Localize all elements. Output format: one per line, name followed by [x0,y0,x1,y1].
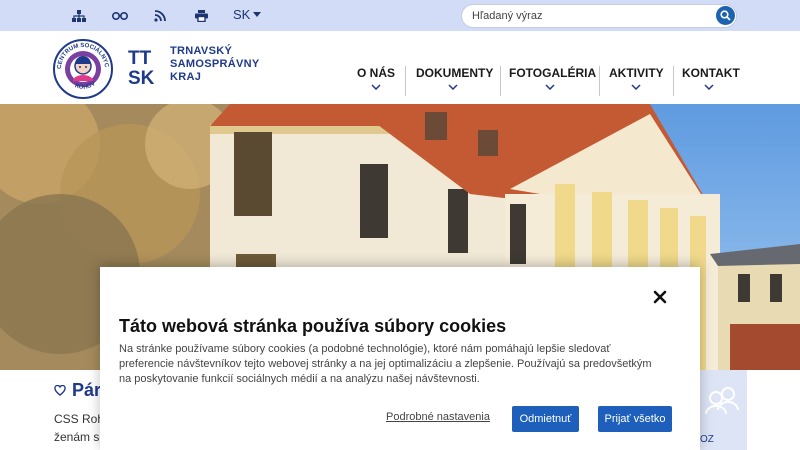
language-label: SK [233,7,251,22]
glasses-icon[interactable] [110,6,130,26]
search-box [461,4,737,28]
ttsk-logo[interactable]: TT SK [128,47,164,89]
svg-text:TT: TT [128,48,152,69]
nav-divider [599,66,600,96]
ttsk-line: KRAJ [170,71,202,83]
search-icon [720,10,731,21]
ttsk-name: TRNAVSKÝ SAMOSPRÁVNY KRAJ [170,45,259,84]
reject-button[interactable]: Odmietnuť [512,406,579,432]
ttsk-line: SAMOSPRÁVNY [170,58,260,70]
chevron-down-icon [545,84,555,90]
sitemap-icon[interactable] [69,6,89,26]
chevron-down-icon [704,84,714,90]
css-rohov-logo[interactable]: CENTRUM SOCIÁLNYCH SLUŽIEB ROHOV [51,33,113,99]
chevron-down-icon [631,84,641,90]
search-input[interactable] [472,8,710,24]
section-title: Pár [54,380,101,401]
nav-divider [673,66,674,96]
chevron-down-icon [448,84,458,90]
close-button[interactable] [651,288,669,306]
heart-icon [54,385,66,396]
chevron-down-icon [371,84,381,90]
nav-label: FOTOGALÉRIA [509,66,597,80]
search-button[interactable] [716,6,735,25]
nav-aktivity[interactable]: AKTIVITY [609,66,664,90]
cookie-description: Na stránke používame súbory cookies (a p… [119,343,652,385]
svg-text:SK: SK [128,68,155,87]
ttsk-line: TRNAVSKÝ [170,45,233,57]
side-card-label: OZ [700,434,714,445]
cookie-title: Táto webová stránka používa súbory cooki… [119,316,507,336]
nav-label: O NÁS [356,66,395,80]
nav-o-nas[interactable]: O NÁS [355,66,397,90]
accept-all-button[interactable]: Prijať všetko [598,406,672,432]
detailed-settings-link[interactable]: Podrobné nastavenia [386,411,490,423]
rss-icon[interactable] [150,6,170,26]
section-title-text: Pár [72,380,102,400]
people-icon [705,387,739,415]
close-icon [653,290,667,304]
language-selector[interactable]: SK [233,7,262,22]
nav-label: AKTIVITY [609,66,664,80]
nav-label: KONTAKT [682,66,740,80]
nav-divider [500,66,501,96]
nav-divider [405,66,406,96]
nav-fotogaleria[interactable]: FOTOGALÉRIA [509,66,596,90]
nav-kontakt[interactable]: KONTAKT [682,66,740,90]
caret-down-icon [253,12,262,17]
site-header [0,31,800,104]
nav-label: DOKUMENTY [416,66,494,80]
nav-dokumenty[interactable]: DOKUMENTY [416,66,494,90]
print-icon[interactable] [191,6,211,26]
